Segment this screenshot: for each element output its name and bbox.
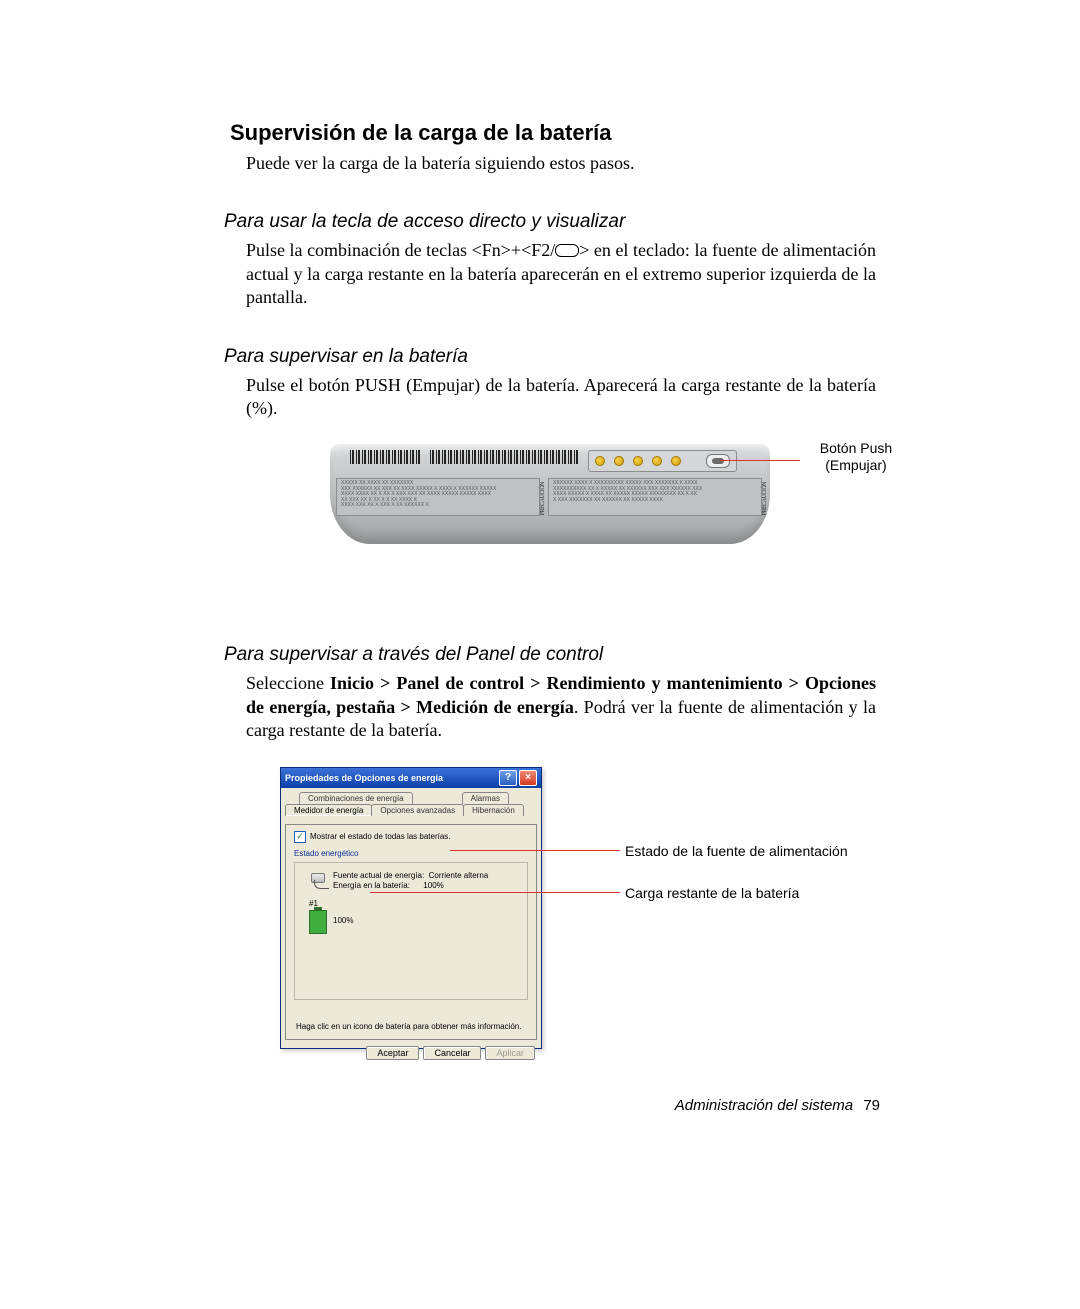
battery-illustration: XXXXX XX XXXX XX XXXXXXXXXX XXXXXX XX XX… — [330, 444, 980, 584]
battery-slot-label: #1 — [309, 899, 517, 908]
plug-icon — [309, 871, 327, 885]
callout-line-source — [450, 850, 620, 851]
warning-label-left: XXXXX XX XXXX XX XXXXXXXXXX XXXXXX XX XX… — [336, 478, 540, 516]
footer-page-number: 79 — [863, 1097, 880, 1114]
battery-callout-line2: (Empujar) — [796, 457, 916, 474]
power-options-dialog: Propiedades de Opciones de energía ? × C… — [280, 767, 542, 1049]
apply-button[interactable]: Aplicar — [485, 1046, 535, 1060]
batt-energy-label: Energía en la batería: — [333, 881, 410, 890]
battery-callout-line1: Botón Push — [796, 440, 916, 457]
power-state-fieldset: Fuente actual de energía: Corriente alte… — [294, 862, 528, 1000]
heading: Supervisión de la carga de la batería — [230, 120, 880, 146]
dialog-button-row: Aceptar Cancelar Aplicar — [281, 1040, 541, 1060]
help-button[interactable]: ? — [499, 770, 517, 786]
led-dot — [652, 456, 662, 466]
push-button[interactable] — [706, 454, 730, 468]
led-dot — [614, 456, 624, 466]
battery-body: XXXXX XX XXXX XX XXXXXXXXXX XXXXXX XX XX… — [330, 444, 770, 544]
checkbox-label: Mostrar el estado de todas las baterías. — [310, 832, 451, 841]
page-content: Supervisión de la carga de la batería Pu… — [230, 120, 880, 1067]
led-dot — [595, 456, 605, 466]
batt-energy-value: 100% — [423, 881, 443, 890]
dialog-hint: Haga clic en un icono de batería para ob… — [296, 1022, 521, 1031]
tab-advanced[interactable]: Opciones avanzadas — [371, 804, 464, 816]
tab-panel: ✓ Mostrar el estado de todas las batería… — [285, 824, 537, 1040]
close-button[interactable]: × — [519, 770, 537, 786]
source-value: Corriente alterna — [429, 871, 489, 880]
battery-callout: Botón Push (Empujar) — [796, 440, 916, 474]
battery-led-strip — [588, 450, 737, 472]
section-panel-title: Para supervisar a través del Panel de co… — [224, 644, 880, 666]
section-battery-text: Pulse el botón PUSH (Empujar) de la bate… — [246, 374, 876, 421]
tab-power-meter[interactable]: Medidor de energía — [285, 804, 372, 816]
tab-hibernation[interactable]: Hibernación — [463, 804, 524, 816]
hotkey-text-a: Pulse la combinación de teclas <Fn>+<F2/ — [246, 240, 555, 260]
section-battery-title: Para supervisar en la batería — [224, 346, 880, 368]
warning-label-right: XXXXXX XXXX X XXXXXXXXX XXXXX XXX XXXXXX… — [548, 478, 762, 516]
intro-text: Puede ver la carga de la batería siguien… — [246, 152, 876, 175]
callout-source: Estado de la fuente de alimentación — [625, 843, 848, 859]
battery-key-icon — [555, 244, 579, 257]
barcode-2 — [430, 450, 580, 464]
dialog-tabs: Combinaciones de energía Alarmas Medidor… — [281, 792, 541, 824]
tab-alarms[interactable]: Alarmas — [462, 792, 509, 804]
checkbox-icon: ✓ — [294, 831, 306, 843]
power-source-row: Fuente actual de energía: Corriente alte… — [309, 871, 517, 891]
callout-remaining: Carga restante de la batería — [625, 885, 799, 901]
source-label: Fuente actual de energía: — [333, 871, 424, 880]
section-hotkey-text: Pulse la combinación de teclas <Fn>+<F2/… — [246, 239, 876, 309]
warning-rot-right: PRECAUCIÓN — [762, 482, 774, 515]
led-dot — [671, 456, 681, 466]
barcode-1 — [350, 450, 420, 464]
battery-icon — [309, 910, 327, 934]
led-dot — [633, 456, 643, 466]
dialog-title: Propiedades de Opciones de energía — [285, 773, 443, 783]
tab-combinations[interactable]: Combinaciones de energía — [299, 792, 413, 804]
ok-button[interactable]: Aceptar — [366, 1046, 419, 1060]
cancel-button[interactable]: Cancelar — [423, 1046, 481, 1060]
section-panel-text: Seleccione Inicio > Panel de control > R… — [246, 672, 876, 742]
dialog-illustration: Propiedades de Opciones de energía ? × C… — [280, 767, 980, 1067]
panel-pre: Seleccione — [246, 673, 330, 693]
dialog-titlebar[interactable]: Propiedades de Opciones de energía ? × — [281, 768, 541, 788]
section-hotkey-title: Para usar la tecla de acceso directo y v… — [224, 211, 880, 233]
show-all-batteries-checkbox[interactable]: ✓ Mostrar el estado de todas las batería… — [294, 831, 451, 843]
footer-section: Administración del sistema — [675, 1097, 853, 1114]
page-footer: Administración del sistema 79 — [675, 1097, 880, 1114]
battery-slot-row[interactable]: 100% — [309, 908, 517, 934]
callout-line-remaining — [370, 892, 620, 893]
battery-slot-value: 100% — [333, 916, 353, 926]
leader-line — [720, 460, 800, 461]
